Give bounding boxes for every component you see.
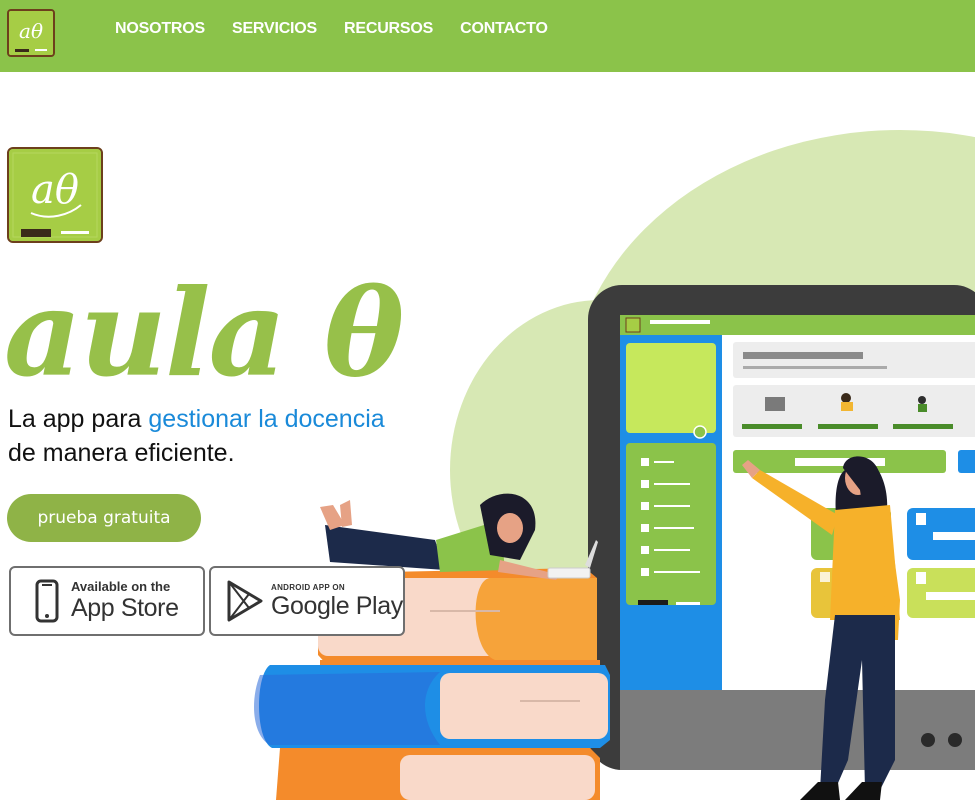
tagline: La app para gestionar la docencia de man… xyxy=(8,402,398,470)
monitor-button xyxy=(948,733,962,747)
app-store-big-text: App Store xyxy=(71,594,179,622)
free-trial-button[interactable]: prueba gratuita xyxy=(7,494,201,542)
logo-mark: aθ xyxy=(31,167,79,213)
wordmark: aula θ xyxy=(4,255,424,404)
google-play-big-text: Google Play xyxy=(271,591,403,620)
tagline-part2: de manera eficiente. xyxy=(8,439,235,467)
app-store-badge[interactable]: Available on the App Store xyxy=(9,566,205,636)
wordmark-text: aula θ xyxy=(4,263,404,395)
app-store-small-text: Available on the xyxy=(71,579,171,594)
tagline-accent: gestionar la docencia xyxy=(148,405,385,433)
phone-icon xyxy=(35,579,59,623)
play-icon xyxy=(227,580,263,622)
wordmark-svg: aula θ xyxy=(4,263,406,404)
chalkboard-logo-icon: aθ xyxy=(9,149,101,241)
monitor xyxy=(588,285,975,770)
monitor-button xyxy=(921,733,935,747)
laptop-icon xyxy=(547,567,591,579)
google-play-small-text: ANDROID APP ON xyxy=(271,582,345,592)
google-play-badge[interactable]: ANDROID APP ON Google Play xyxy=(209,566,405,636)
tagline-part1: La app para xyxy=(8,405,149,433)
hero-illustration xyxy=(254,130,975,800)
hero-logo: aθ xyxy=(7,147,103,243)
